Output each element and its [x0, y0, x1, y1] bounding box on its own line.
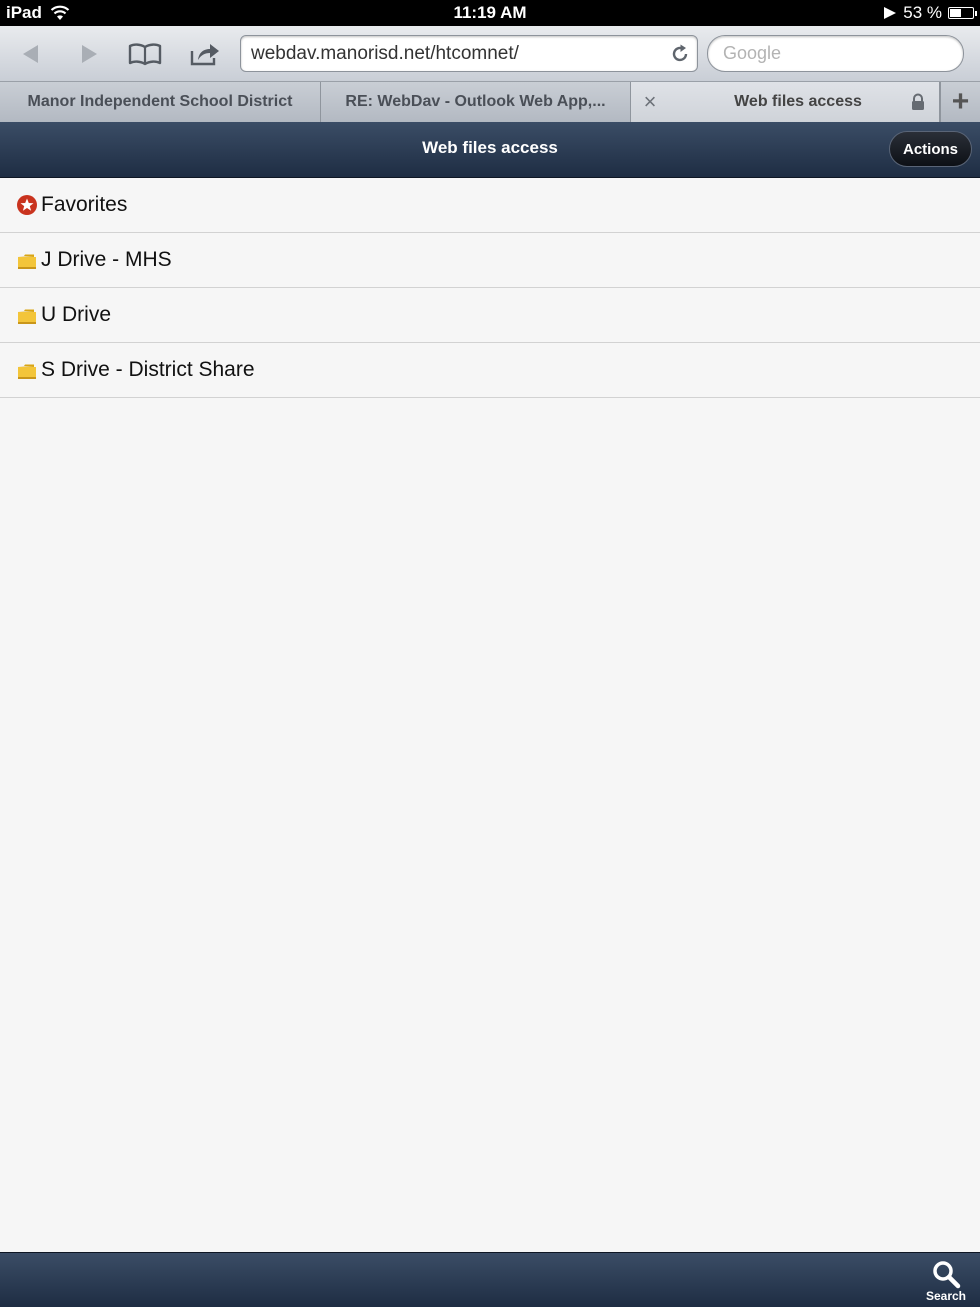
- item-label: S Drive - District Share: [41, 358, 255, 381]
- folder-icon: [18, 254, 36, 269]
- tab-label: Web files access: [734, 93, 862, 110]
- tab-label: Manor Independent School District: [27, 93, 293, 110]
- back-button[interactable]: [14, 38, 48, 70]
- bookmarks-button[interactable]: [128, 38, 162, 70]
- folder-icon: [18, 309, 36, 324]
- address-bar[interactable]: webdav.manorisd.net/htcomnet/: [240, 35, 698, 72]
- tab-manor-isd[interactable]: Manor Independent School District: [0, 82, 321, 122]
- location-arrow-icon: [884, 7, 897, 19]
- list-item-j-drive[interactable]: J Drive - MHS: [0, 233, 980, 288]
- search-button[interactable]: Search: [924, 1259, 968, 1305]
- search-label: Search: [925, 1289, 967, 1303]
- folder-icon: [18, 364, 36, 379]
- bookmarks-book-icon: [128, 43, 162, 66]
- item-label: Favorites: [41, 193, 128, 216]
- battery-fill: [950, 9, 962, 17]
- list-item-favorites[interactable]: Favorites: [0, 178, 980, 233]
- file-list: Favorites J Drive - MHS U Drive S Drive …: [0, 178, 980, 398]
- battery-icon: [948, 7, 977, 19]
- back-arrow-icon: [23, 45, 38, 63]
- forward-arrow-icon: [82, 45, 97, 63]
- battery-percent: 53 %: [903, 3, 942, 22]
- share-icon: [190, 44, 219, 66]
- status-time: 11:19 AM: [453, 3, 527, 22]
- favorites-star-icon: [17, 195, 37, 215]
- item-label: U Drive: [41, 303, 112, 326]
- search-icon: [933, 1261, 961, 1289]
- tab-outlook-web-app[interactable]: RE: WebDav - Outlook Web App,...: [321, 82, 631, 122]
- reload-icon[interactable]: [669, 43, 691, 65]
- tab-web-files-access[interactable]: Web files access: [631, 82, 940, 122]
- share-button[interactable]: [188, 38, 222, 70]
- lock-icon: [912, 93, 924, 110]
- tab-bar: Manor Independent School District RE: We…: [0, 82, 980, 122]
- tab-label: RE: WebDav - Outlook Web App,...: [345, 93, 606, 110]
- bottom-toolbar: Search: [0, 1252, 980, 1307]
- google-search-input[interactable]: [707, 35, 964, 72]
- item-label: J Drive - MHS: [41, 248, 172, 271]
- forward-button[interactable]: [72, 38, 106, 70]
- browser-toolbar: webdav.manorisd.net/htcomnet/: [0, 26, 980, 82]
- list-item-u-drive[interactable]: U Drive: [0, 288, 980, 343]
- actions-button[interactable]: Actions: [888, 131, 972, 167]
- list-item-s-drive[interactable]: S Drive - District Share: [0, 343, 980, 398]
- page-title: Web files access: [422, 138, 558, 157]
- url-text: webdav.manorisd.net/htcomnet/: [251, 43, 519, 64]
- new-tab-button[interactable]: +: [940, 82, 980, 122]
- app-header: Web files access Actions: [0, 122, 980, 178]
- close-tab-icon[interactable]: ×: [640, 82, 660, 122]
- status-bar: iPad 11:19 AM 53 %: [0, 0, 980, 26]
